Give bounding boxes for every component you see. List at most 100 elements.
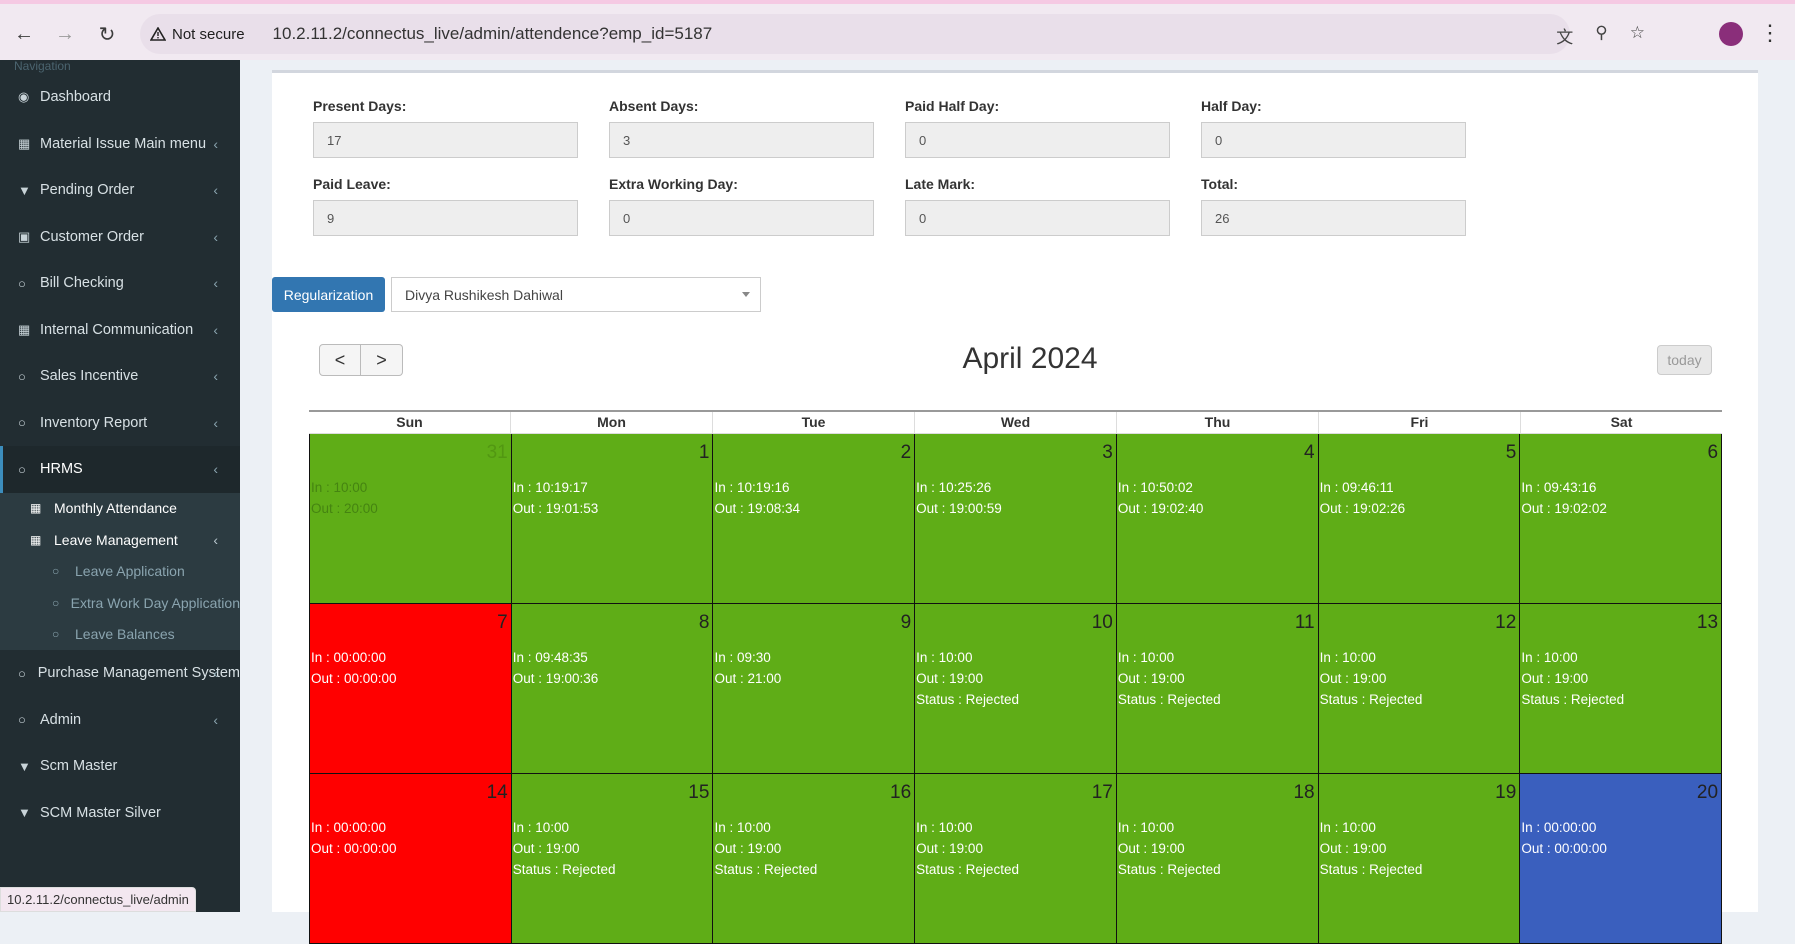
calendar-day-cell[interactable]: 20 In : 00:00:00 Out : 00:00:00: [1520, 774, 1723, 944]
sidebar-item-monthly-attendance[interactable]: ▦ Monthly Attendance: [0, 493, 240, 525]
attendance-event[interactable]: In : 09:43:16 Out : 19:02:02: [1521, 477, 1607, 519]
sidebar-item-leave-management[interactable]: ▦ Leave Management ‹: [0, 524, 240, 556]
late-mark-input[interactable]: 0: [905, 200, 1170, 236]
paid-half-day-input[interactable]: 0: [905, 122, 1170, 158]
attendance-event[interactable]: In : 10:19:17 Out : 19:01:53: [513, 477, 599, 519]
sidebar-item-purchase-management[interactable]: ○ Purchase Management System ‹: [0, 650, 240, 697]
extra-working-day-input[interactable]: 0: [609, 200, 874, 236]
sidebar-item-admin[interactable]: ○ Admin ‹: [0, 697, 240, 744]
attendance-event[interactable]: In : 10:00 Out : 19:00 Status : Rejected: [1521, 647, 1624, 710]
forward-icon[interactable]: →: [51, 20, 79, 48]
attendance-event[interactable]: In : 10:00 Out : 19:00 Status : Rejected: [916, 647, 1019, 710]
half-day-input[interactable]: 0: [1201, 122, 1466, 158]
total-input[interactable]: 26: [1201, 200, 1466, 236]
sidebar-item-extra-work-day[interactable]: ○ Extra Work Day Application: [0, 587, 240, 619]
calendar-day-cell[interactable]: 3 In : 10:25:26 Out : 19:00:59: [915, 434, 1117, 604]
sidebar-item-bill-checking[interactable]: ○ Bill Checking ‹: [0, 260, 240, 307]
calendar-day-cell[interactable]: 13 In : 10:00 Out : 19:00 Status : Rejected: [1520, 604, 1723, 774]
address-bar[interactable]: Not secure 10.2.11.2/connectus_live/admi…: [140, 14, 1570, 54]
attendance-event[interactable]: In : 09:46:11 Out : 19:02:26: [1320, 477, 1406, 519]
present-days-input[interactable]: 17: [313, 122, 578, 158]
attendance-line: In : 10:00: [1319, 650, 1376, 665]
sidebar-item-material-issue[interactable]: ▦ Material Issue Main menu ‹: [0, 121, 240, 168]
calendar-day-cell[interactable]: 12 In : 10:00 Out : 19:00 Status : Rejected: [1318, 604, 1521, 774]
sidebar-item-leave-balances[interactable]: ○ Leave Balances: [0, 619, 240, 651]
calendar-day-cell[interactable]: 9 In : 09:30 Out : 21:00: [713, 604, 916, 774]
profile-avatar[interactable]: [1719, 22, 1743, 46]
calendar-today-button[interactable]: today: [1657, 345, 1712, 375]
chevron-left-icon: ‹: [213, 711, 218, 728]
sidebar-item-label: Leave Management: [54, 531, 178, 548]
paid-leave-input[interactable]: 9: [313, 200, 578, 236]
attendance-line: Status : Rejected: [714, 862, 818, 877]
browser-menu-icon[interactable]: ⋮: [1759, 20, 1781, 46]
attendance-event[interactable]: In : 10:00 Out : 19:00 Status : Rejected: [1118, 647, 1221, 710]
zoom-icon[interactable]: ⚲: [1595, 23, 1607, 48]
table-icon: ▦: [18, 321, 31, 337]
calendar-day-cell[interactable]: 5 In : 09:46:11 Out : 19:02:26: [1318, 434, 1521, 604]
sidebar-item-customer-order[interactable]: ▣ Customer Order ‹: [0, 214, 240, 261]
attendance-event[interactable]: In : 10:00 Out : 20:00: [311, 477, 378, 519]
calendar-day-cell[interactable]: 8 In : 09:48:35 Out : 19:00:36: [511, 604, 714, 774]
calendar-prev-button[interactable]: <: [319, 344, 361, 376]
attendance-event[interactable]: In : 10:00 Out : 19:00 Status : Rejected: [1320, 817, 1423, 880]
url-text[interactable]: 10.2.11.2/connectus_live/admin/attendenc…: [273, 24, 713, 44]
table-icon: ▦: [30, 501, 42, 516]
calendar-day-cell[interactable]: 18 In : 10:00 Out : 19:00 Status : Rejected: [1116, 774, 1319, 944]
attendance-event[interactable]: In : 09:48:35 Out : 19:00:36: [513, 647, 599, 689]
employee-select[interactable]: Divya Rushikesh Dahiwal: [391, 277, 761, 312]
attendance-event[interactable]: In : 10:00 Out : 19:00 Status : Rejected: [1320, 647, 1423, 710]
calendar-day-cell[interactable]: 2 In : 10:19:16 Out : 19:08:34: [713, 434, 916, 604]
attendance-event[interactable]: In : 10:19:16 Out : 19:08:34: [714, 477, 800, 519]
calendar-day-cell[interactable]: 4 In : 10:50:02 Out : 19:02:40: [1116, 434, 1319, 604]
calendar-day-cell[interactable]: 14 In : 00:00:00 Out : 00:00:00: [309, 774, 512, 944]
calendar-day-cell[interactable]: 10 In : 10:00 Out : 19:00 Status : Rejected: [915, 604, 1117, 774]
attendance-event[interactable]: In : 10:25:26 Out : 19:00:59: [916, 477, 1002, 519]
sidebar-item-hrms[interactable]: ○ HRMS ‹: [0, 446, 240, 493]
calendar-day-cell[interactable]: 6 In : 09:43:16 Out : 19:02:02: [1520, 434, 1723, 604]
calendar-day-cell[interactable]: 31 In : 10:00 Out : 20:00: [309, 434, 512, 604]
attendance-line: Out : 19:00: [512, 841, 580, 856]
attendance-event[interactable]: In : 00:00:00 Out : 00:00:00: [1521, 817, 1607, 859]
attendance-event[interactable]: In : 00:00:00 Out : 00:00:00: [311, 647, 397, 689]
attendance-event[interactable]: In : 10:50:02 Out : 19:02:40: [1118, 477, 1204, 519]
security-indicator[interactable]: Not secure: [150, 26, 245, 43]
attendance-event[interactable]: In : 09:30 Out : 21:00: [714, 647, 781, 689]
attendance-line: In : 10:00: [714, 820, 771, 835]
bookmark-star-icon[interactable]: ☆: [1630, 23, 1645, 48]
calendar-next-button[interactable]: >: [361, 344, 403, 376]
back-icon[interactable]: ←: [10, 20, 38, 48]
sidebar-item-leave-application[interactable]: ○ Leave Application: [0, 556, 240, 588]
day-number: 10: [1091, 612, 1113, 633]
calendar-day-cell[interactable]: 16 In : 10:00 Out : 19:00 Status : Rejected: [713, 774, 916, 944]
calendar-day-cell[interactable]: 19 In : 10:00 Out : 19:00 Status : Rejected: [1318, 774, 1521, 944]
calendar-day-cell[interactable]: 11 In : 10:00 Out : 19:00 Status : Rejected: [1116, 604, 1319, 774]
absent-days-input[interactable]: 3: [609, 122, 874, 158]
calendar-week-row: 14 In : 00:00:00 Out : 00:00:00 15 In : 10:0…: [309, 774, 1723, 944]
sidebar-item-pending-order[interactable]: ▼ Pending Order ‹: [0, 167, 240, 214]
day-number: 16: [890, 782, 912, 803]
calendar-day-cell[interactable]: 17 In : 10:00 Out : 19:00 Status : Rejected: [915, 774, 1117, 944]
sidebar-item-dashboard[interactable]: ◉ Dashboard: [0, 74, 240, 121]
sidebar-item-sales-incentive[interactable]: ○ Sales Incentive ‹: [0, 353, 240, 400]
sidebar-item-internal-communication[interactable]: ▦ Internal Communication ‹: [0, 307, 240, 354]
chevron-left-icon: <: [334, 349, 346, 370]
calendar-week-row: 7 In : 00:00:00 Out : 00:00:00 8 In : 09:48:…: [309, 604, 1723, 774]
sidebar-item-label: Internal Communication: [40, 321, 194, 338]
calendar-day-cell[interactable]: 15 In : 10:00 Out : 19:00 Status : Rejected: [511, 774, 714, 944]
attendance-event[interactable]: In : 10:00 Out : 19:00 Status : Rejected: [714, 817, 817, 880]
attendance-event[interactable]: In : 00:00:00 Out : 00:00:00: [311, 817, 397, 859]
calendar-day-cell[interactable]: 7 In : 00:00:00 Out : 00:00:00: [309, 604, 512, 774]
sidebar-item-inventory-report[interactable]: ○ Inventory Report ‹: [0, 400, 240, 447]
attendance-event[interactable]: In : 10:00 Out : 19:00 Status : Rejected: [513, 817, 616, 880]
field-label: Paid Half Day:: [905, 98, 1000, 114]
reload-icon[interactable]: ↻: [93, 20, 121, 48]
attendance-event[interactable]: In : 10:00 Out : 19:00 Status : Rejected: [916, 817, 1019, 880]
sidebar-item-scm-master-silver[interactable]: ▼ SCM Master Silver: [0, 790, 240, 837]
regularization-button[interactable]: Regularization: [272, 277, 385, 312]
sidebar-item-scm-master[interactable]: ▼ Scm Master: [0, 743, 240, 790]
attendance-event[interactable]: In : 10:00 Out : 19:00 Status : Rejected: [1118, 817, 1221, 880]
translate-icon[interactable]: 文: [1556, 23, 1573, 48]
calendar-day-cell[interactable]: 1 In : 10:19:17 Out : 19:01:53: [511, 434, 714, 604]
chevron-left-icon: ‹: [213, 665, 218, 682]
